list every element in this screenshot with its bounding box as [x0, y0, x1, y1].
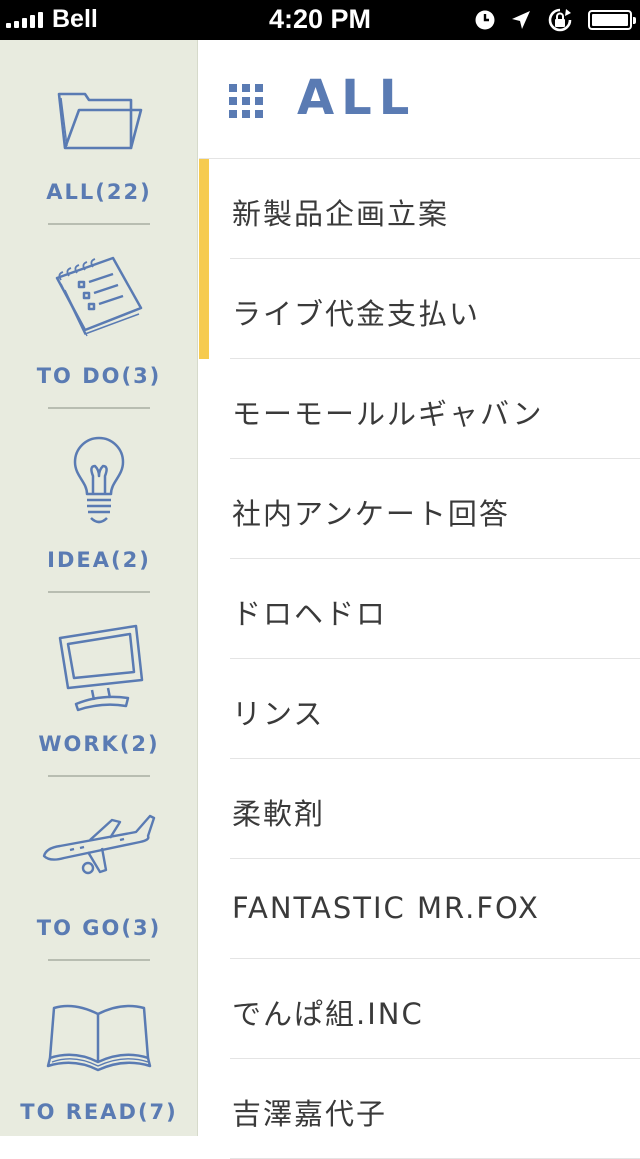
item-list: 新製品企画立案 ライブ代金支払い モーモールルギャバン 社内アンケート回答 ドロ… — [199, 159, 640, 1159]
list-item-label: 吉澤嘉代子 — [232, 1097, 388, 1131]
battery-icon — [588, 10, 636, 30]
folder-icon — [57, 92, 143, 150]
list-item-label: でんぱ組.INC — [232, 997, 424, 1031]
monitor-icon — [58, 624, 144, 712]
lightbulb-icon — [73, 436, 125, 524]
page-header: ALL — [199, 40, 640, 158]
status-bar: Bell 4:20 PM — [0, 0, 640, 40]
sidebar-item-all[interactable]: ALL(22) — [0, 40, 198, 225]
list-item[interactable]: ドロヘドロ — [230, 559, 640, 659]
list-item[interactable]: FANTASTIC MR.FOX — [230, 859, 640, 959]
category-sidebar: ALL(22) TO DO(3) IDEA(2) WORK(2) TO GO(3… — [0, 40, 198, 1136]
sidebar-item-label: TO READ(7) — [20, 1100, 178, 1124]
sidebar-item-label: IDEA(2) — [47, 548, 151, 572]
page-title: ALL — [297, 70, 417, 126]
list-item-label: 新製品企画立案 — [232, 197, 450, 231]
list-item[interactable]: 吉澤嘉代子 — [230, 1059, 640, 1159]
list-item[interactable]: モーモールルギャバン — [230, 359, 640, 459]
sidebar-item-toread[interactable]: TO READ(7) — [0, 960, 198, 1144]
list-item[interactable]: 柔軟剤 — [230, 759, 640, 859]
list-item-label: リンス — [232, 697, 325, 731]
sidebar-item-idea[interactable]: IDEA(2) — [0, 408, 198, 593]
list-item-label: 柔軟剤 — [232, 797, 326, 831]
alarm-clock-icon — [475, 10, 495, 30]
list-item-label: FANTASTIC MR.FOX — [232, 891, 540, 925]
sidebar-item-label: TO GO(3) — [36, 916, 162, 940]
sidebar-item-label: WORK(2) — [38, 732, 160, 756]
sidebar-item-todo[interactable]: TO DO(3) — [0, 224, 198, 409]
location-arrow-icon — [512, 11, 530, 29]
sidebar-item-label: ALL(22) — [46, 180, 152, 204]
grid-icon[interactable] — [229, 84, 263, 118]
sidebar-item-togo[interactable]: TO GO(3) — [0, 776, 198, 961]
list-item-label: 社内アンケート回答 — [232, 497, 510, 531]
book-icon — [46, 1004, 152, 1072]
list-item[interactable]: ライブ代金支払い — [230, 259, 640, 359]
sidebar-item-work[interactable]: WORK(2) — [0, 592, 198, 777]
list-item-label: ドロヘドロ — [232, 597, 388, 631]
rotation-lock-icon — [548, 8, 572, 32]
list-item[interactable]: 新製品企画立案 — [230, 159, 640, 259]
list-item[interactable]: リンス — [230, 659, 640, 759]
list-item-label: ライブ代金支払い — [232, 297, 481, 331]
list-item[interactable]: でんぱ組.INC — [230, 959, 640, 1059]
list-item-label: モーモールルギャバン — [232, 397, 544, 431]
sidebar-item-label: TO DO(3) — [36, 364, 162, 388]
notepad-icon — [55, 256, 143, 337]
airplane-icon — [42, 814, 156, 875]
highlight-bar — [199, 159, 209, 359]
list-item[interactable]: 社内アンケート回答 — [230, 459, 640, 559]
